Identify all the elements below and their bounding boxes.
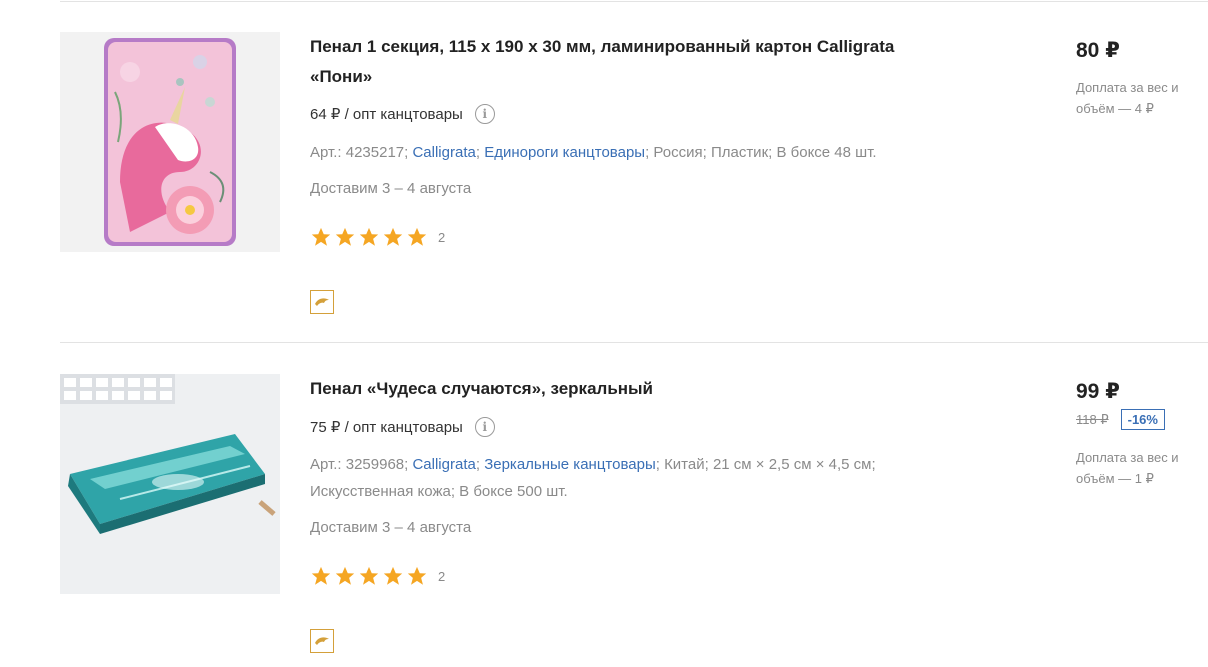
current-price: 99 ₽: [1076, 380, 1120, 403]
product-divider: [60, 342, 1208, 343]
surcharge-note: Доплата за вес и объём — 4 ₽: [1076, 80, 1179, 116]
delivery-date: Доставим 3 – 4 августа: [310, 519, 472, 536]
collection-link[interactable]: Зеркальные канцтовары: [484, 456, 656, 473]
product-title[interactable]: Пенал «Чудеса случаются», зеркальный: [310, 374, 950, 404]
star-icon: [335, 227, 355, 246]
star-icon: [359, 566, 379, 585]
wholesale-badge[interactable]: [310, 290, 334, 314]
rating-stars[interactable]: 2: [310, 565, 445, 587]
wholesale-price: 75 ₽ / опт канцтовары: [310, 419, 463, 436]
rating-stars[interactable]: 2: [310, 226, 445, 248]
mirror-pencil-case-image: [60, 374, 280, 594]
meta-details: ; Россия; Пластик; В боксе 48 шт.: [645, 144, 877, 161]
star-icon: [407, 566, 427, 585]
old-price: 118 ₽: [1076, 411, 1109, 427]
info-icon[interactable]: i: [474, 104, 495, 124]
dolphin-icon: [315, 298, 329, 306]
brand-link[interactable]: Calligrata: [412, 456, 475, 473]
article-number: Арт.: 3259968;: [310, 456, 409, 473]
star-icon: [359, 227, 379, 246]
info-icon[interactable]: i: [474, 417, 495, 437]
rating-count: 2: [438, 229, 446, 245]
star-icon: [407, 227, 427, 246]
product-image[interactable]: [60, 374, 280, 594]
star-icon: [383, 566, 403, 585]
product-image[interactable]: [60, 32, 280, 252]
brand-link[interactable]: Calligrata: [412, 144, 475, 161]
product-title[interactable]: Пенал 1 секция, 115 х 190 х 30 мм, ламин…: [310, 32, 950, 92]
delivery-date: Доставим 3 – 4 августа: [310, 180, 472, 197]
discount-badge: -16%: [1120, 409, 1165, 430]
collection-link[interactable]: Единороги канцтовары: [484, 144, 645, 161]
wholesale-badge[interactable]: [310, 629, 334, 653]
star-icon: [335, 566, 355, 585]
wholesale-price-row: 64 ₽ / опт канцтовары i: [310, 104, 495, 124]
star-icon: [311, 566, 331, 585]
wholesale-price: 64 ₽ / опт канцтовары: [310, 106, 463, 123]
article-number: Арт.: 4235217;: [310, 144, 409, 161]
old-price-row: 118 ₽ -16%: [1076, 409, 1165, 430]
rating-count: 2: [438, 568, 446, 584]
star-icon: [383, 227, 403, 246]
meta-separator: ;: [475, 456, 481, 473]
dolphin-icon: [315, 637, 329, 645]
wholesale-price-row: 75 ₽ / опт канцтовары i: [310, 417, 495, 437]
meta-separator: ;: [475, 144, 481, 161]
surcharge-note: Доплата за вес и объём — 1 ₽: [1076, 450, 1179, 486]
unicorn-pencil-case-image: [104, 38, 236, 246]
star-icon: [311, 227, 331, 246]
product-meta: Арт.: 4235217; Calligrata; Единороги кан…: [310, 139, 950, 166]
top-divider: [60, 1, 1208, 2]
current-price: 80 ₽: [1076, 39, 1120, 62]
product-meta: Арт.: 3259968; Calligrata; Зеркальные ка…: [310, 451, 930, 505]
